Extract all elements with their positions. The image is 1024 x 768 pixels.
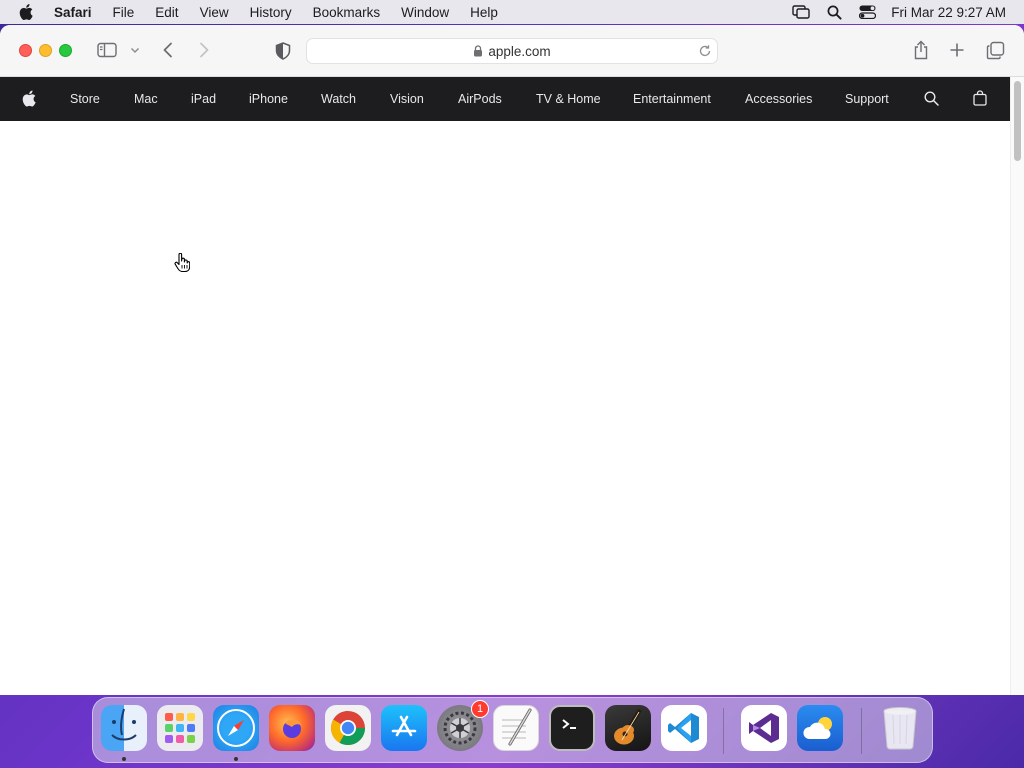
nav-airpods[interactable]: AirPods bbox=[458, 92, 502, 106]
finder-running-dot bbox=[122, 757, 126, 761]
menu-app-name[interactable]: Safari bbox=[54, 5, 92, 20]
dock-separator bbox=[723, 708, 724, 754]
forward-icon[interactable] bbox=[198, 42, 210, 58]
system-settings-icon[interactable]: 1 bbox=[437, 700, 489, 751]
nav-store[interactable]: Store bbox=[70, 92, 100, 106]
scrollbar-thumb[interactable] bbox=[1014, 81, 1021, 161]
reload-icon[interactable] bbox=[698, 44, 712, 58]
zoom-window-button[interactable] bbox=[59, 44, 72, 57]
search-icon[interactable] bbox=[924, 91, 939, 106]
lock-icon bbox=[473, 45, 483, 57]
page-scrollbar[interactable] bbox=[1010, 77, 1024, 695]
menu-history[interactable]: History bbox=[250, 5, 292, 20]
hand-pointer-cursor-icon bbox=[174, 252, 191, 278]
finder-icon[interactable] bbox=[101, 705, 147, 751]
garageband-icon[interactable] bbox=[605, 705, 651, 751]
menu-file[interactable]: File bbox=[113, 5, 135, 20]
page-content bbox=[0, 121, 1010, 695]
sidebar-icon[interactable] bbox=[97, 42, 117, 58]
trash-icon[interactable] bbox=[877, 705, 923, 751]
browser-toolbar: apple.com bbox=[0, 25, 1024, 77]
nav-ipad[interactable]: iPad bbox=[191, 92, 216, 106]
visual-studio-icon[interactable] bbox=[741, 705, 787, 751]
nav-entertainment[interactable]: Entertainment bbox=[633, 92, 711, 106]
textedit-icon[interactable] bbox=[493, 705, 539, 751]
nav-watch[interactable]: Watch bbox=[321, 92, 356, 106]
launchpad-icon[interactable] bbox=[157, 705, 203, 751]
apple-global-nav: Store Mac iPad iPhone Watch Vision AirPo… bbox=[0, 77, 1010, 121]
nav-vision[interactable]: Vision bbox=[390, 92, 424, 106]
menu-clock[interactable]: Fri Mar 22 9:27 AM bbox=[891, 5, 1006, 20]
notification-badge: 1 bbox=[471, 700, 489, 718]
shopping-bag-icon[interactable] bbox=[973, 90, 987, 106]
nav-accessories[interactable]: Accessories bbox=[745, 92, 812, 106]
menu-view[interactable]: View bbox=[200, 5, 229, 20]
screen-mirroring-icon[interactable] bbox=[792, 5, 810, 19]
nav-tv-home[interactable]: TV & Home bbox=[536, 92, 601, 106]
vscode-icon[interactable] bbox=[661, 705, 707, 751]
minimize-window-button[interactable] bbox=[39, 44, 52, 57]
spotlight-search-icon[interactable] bbox=[827, 5, 842, 20]
menu-bar: Safari File Edit View History Bookmarks … bbox=[0, 0, 1024, 24]
chrome-icon[interactable] bbox=[325, 705, 371, 751]
app-store-icon[interactable] bbox=[381, 705, 427, 751]
apple-menu-icon[interactable] bbox=[19, 4, 35, 20]
nav-mac[interactable]: Mac bbox=[134, 92, 158, 106]
dock: 1 bbox=[92, 697, 933, 763]
safari-running-dot bbox=[234, 757, 238, 761]
menu-bookmarks[interactable]: Bookmarks bbox=[313, 5, 381, 20]
safari-app-icon[interactable] bbox=[213, 705, 259, 751]
close-window-button[interactable] bbox=[19, 44, 32, 57]
tab-overview-icon[interactable] bbox=[986, 41, 1005, 60]
nav-support[interactable]: Support bbox=[845, 92, 889, 106]
menu-help[interactable]: Help bbox=[470, 5, 498, 20]
new-tab-icon[interactable] bbox=[949, 42, 965, 58]
back-icon[interactable] bbox=[162, 42, 174, 58]
firefox-icon[interactable] bbox=[269, 705, 315, 751]
address-bar[interactable]: apple.com bbox=[306, 38, 718, 64]
chevron-down-icon[interactable] bbox=[130, 47, 140, 54]
apple-logo-icon[interactable] bbox=[22, 90, 36, 107]
weather-icon[interactable] bbox=[797, 705, 843, 751]
control-center-icon[interactable] bbox=[859, 5, 877, 19]
url-text[interactable]: apple.com bbox=[488, 44, 550, 59]
terminal-icon[interactable] bbox=[549, 705, 595, 751]
dock-separator bbox=[861, 708, 862, 754]
safari-window: apple.com Store Mac iPad iPhone Watch Vi… bbox=[0, 25, 1024, 695]
menu-edit[interactable]: Edit bbox=[155, 5, 178, 20]
share-icon[interactable] bbox=[912, 40, 930, 60]
privacy-shield-icon[interactable] bbox=[275, 42, 291, 60]
nav-iphone[interactable]: iPhone bbox=[249, 92, 288, 106]
menu-window[interactable]: Window bbox=[401, 5, 449, 20]
